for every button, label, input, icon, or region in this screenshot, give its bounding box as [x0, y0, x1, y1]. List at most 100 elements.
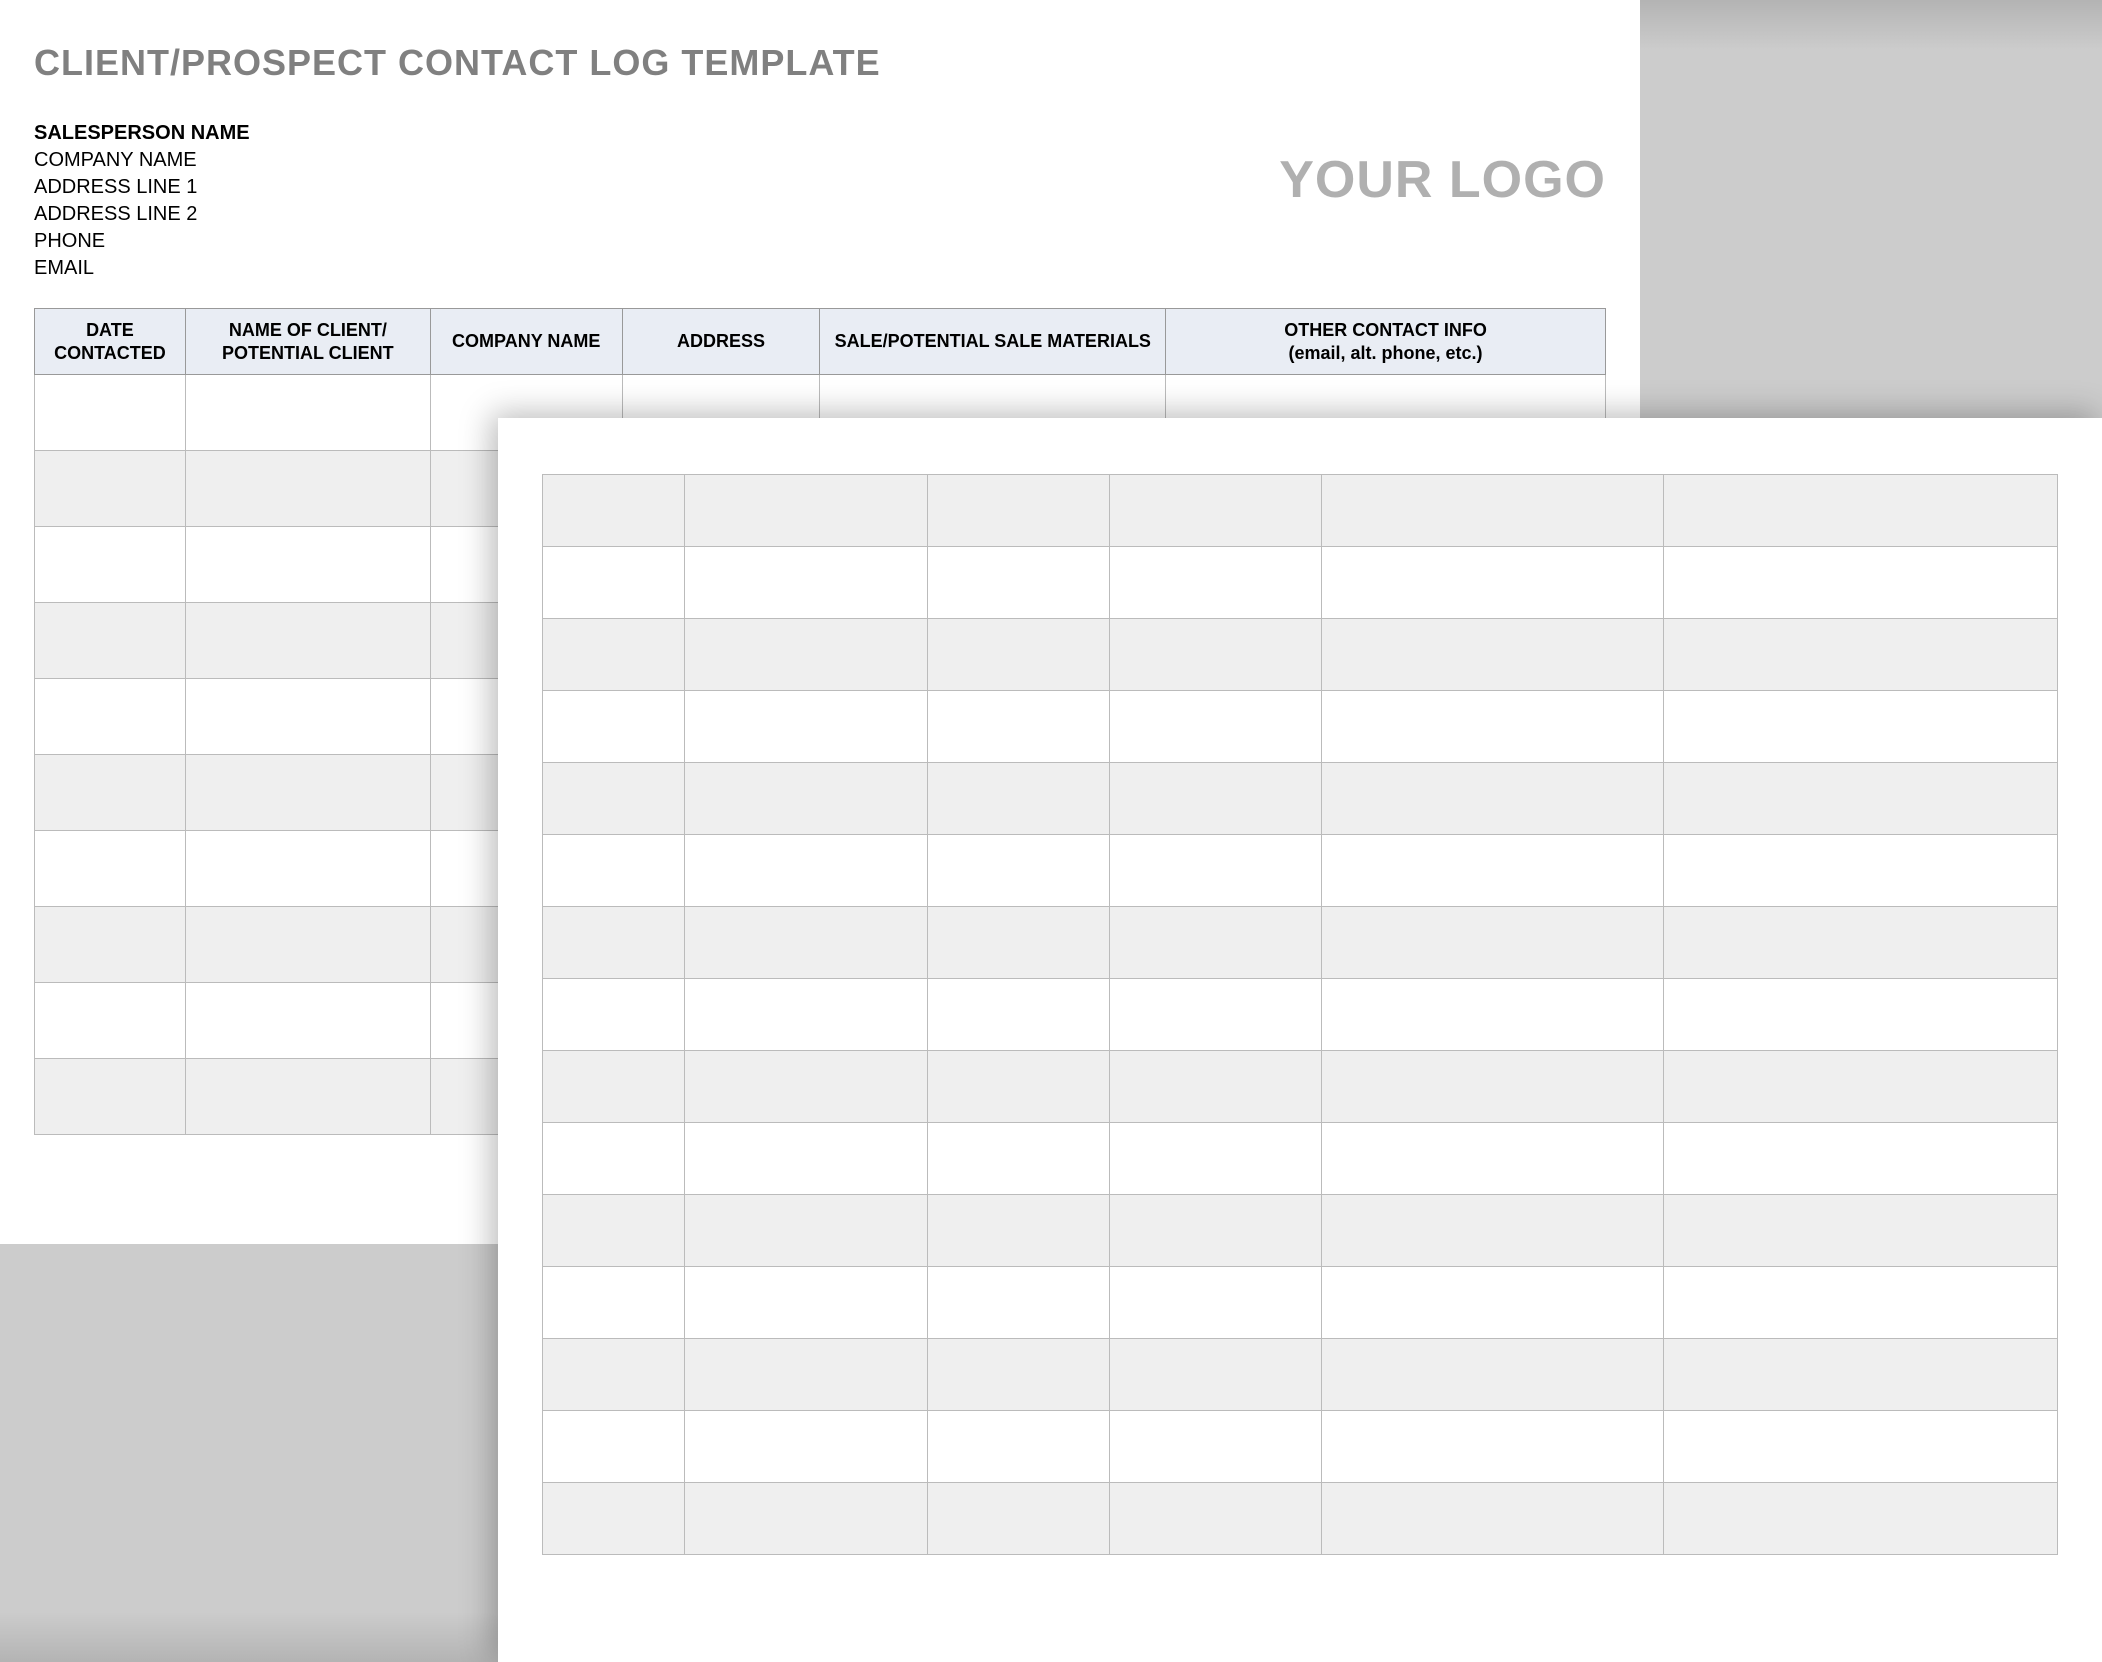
- table-cell[interactable]: [543, 1411, 685, 1483]
- table-cell[interactable]: [685, 907, 927, 979]
- table-cell[interactable]: [543, 835, 685, 907]
- table-cell[interactable]: [1664, 1195, 2058, 1267]
- table-cell[interactable]: [685, 1267, 927, 1339]
- table-cell[interactable]: [685, 1195, 927, 1267]
- table-cell[interactable]: [35, 1059, 186, 1135]
- table-cell[interactable]: [927, 547, 1109, 619]
- table-cell[interactable]: [685, 475, 927, 547]
- table-cell[interactable]: [927, 907, 1109, 979]
- table-cell[interactable]: [1664, 547, 2058, 619]
- table-cell[interactable]: [1109, 691, 1321, 763]
- table-cell[interactable]: [1664, 1267, 2058, 1339]
- table-cell[interactable]: [927, 691, 1109, 763]
- table-cell[interactable]: [1109, 1123, 1321, 1195]
- table-cell[interactable]: [1321, 691, 1663, 763]
- table-cell[interactable]: [1664, 907, 2058, 979]
- table-cell[interactable]: [543, 1195, 685, 1267]
- table-cell[interactable]: [1109, 979, 1321, 1051]
- table-cell[interactable]: [927, 1339, 1109, 1411]
- table-cell[interactable]: [1321, 1195, 1663, 1267]
- table-cell[interactable]: [685, 1483, 927, 1555]
- table-cell[interactable]: [543, 1051, 685, 1123]
- table-cell[interactable]: [1321, 763, 1663, 835]
- table-cell[interactable]: [1109, 1483, 1321, 1555]
- table-cell[interactable]: [1321, 1483, 1663, 1555]
- table-cell[interactable]: [185, 907, 430, 983]
- table-cell[interactable]: [1109, 547, 1321, 619]
- table-cell[interactable]: [685, 835, 927, 907]
- table-cell[interactable]: [35, 451, 186, 527]
- table-cell[interactable]: [1109, 1051, 1321, 1123]
- table-cell[interactable]: [35, 603, 186, 679]
- table-cell[interactable]: [1664, 1123, 2058, 1195]
- table-cell[interactable]: [1664, 1051, 2058, 1123]
- table-cell[interactable]: [1321, 979, 1663, 1051]
- table-cell[interactable]: [35, 527, 186, 603]
- table-cell[interactable]: [1664, 1483, 2058, 1555]
- table-cell[interactable]: [685, 1339, 927, 1411]
- table-cell[interactable]: [1109, 835, 1321, 907]
- table-cell[interactable]: [927, 475, 1109, 547]
- table-cell[interactable]: [685, 1411, 927, 1483]
- table-cell[interactable]: [35, 983, 186, 1059]
- table-cell[interactable]: [1109, 1267, 1321, 1339]
- table-cell[interactable]: [543, 475, 685, 547]
- table-cell[interactable]: [1321, 547, 1663, 619]
- table-cell[interactable]: [927, 1195, 1109, 1267]
- table-cell[interactable]: [185, 831, 430, 907]
- table-cell[interactable]: [1321, 1267, 1663, 1339]
- table-cell[interactable]: [927, 835, 1109, 907]
- table-cell[interactable]: [543, 1483, 685, 1555]
- table-cell[interactable]: [1321, 1411, 1663, 1483]
- table-cell[interactable]: [1109, 619, 1321, 691]
- table-cell[interactable]: [1321, 1123, 1663, 1195]
- table-cell[interactable]: [1321, 1339, 1663, 1411]
- table-cell[interactable]: [35, 907, 186, 983]
- table-cell[interactable]: [1109, 1411, 1321, 1483]
- table-cell[interactable]: [543, 907, 685, 979]
- table-cell[interactable]: [1664, 475, 2058, 547]
- table-cell[interactable]: [35, 755, 186, 831]
- table-cell[interactable]: [185, 375, 430, 451]
- table-cell[interactable]: [1664, 619, 2058, 691]
- table-cell[interactable]: [685, 1051, 927, 1123]
- table-cell[interactable]: [543, 619, 685, 691]
- table-cell[interactable]: [1664, 691, 2058, 763]
- table-cell[interactable]: [685, 619, 927, 691]
- table-cell[interactable]: [1664, 1411, 2058, 1483]
- table-cell[interactable]: [927, 619, 1109, 691]
- table-cell[interactable]: [1321, 475, 1663, 547]
- table-cell[interactable]: [35, 679, 186, 755]
- table-cell[interactable]: [1109, 1195, 1321, 1267]
- table-cell[interactable]: [927, 1483, 1109, 1555]
- table-cell[interactable]: [543, 547, 685, 619]
- table-cell[interactable]: [1321, 619, 1663, 691]
- table-cell[interactable]: [185, 527, 430, 603]
- table-cell[interactable]: [927, 1123, 1109, 1195]
- table-cell[interactable]: [185, 603, 430, 679]
- table-cell[interactable]: [1321, 907, 1663, 979]
- table-cell[interactable]: [927, 1051, 1109, 1123]
- table-cell[interactable]: [1109, 475, 1321, 547]
- table-cell[interactable]: [1109, 1339, 1321, 1411]
- table-cell[interactable]: [685, 1123, 927, 1195]
- table-cell[interactable]: [685, 547, 927, 619]
- table-cell[interactable]: [685, 691, 927, 763]
- table-cell[interactable]: [185, 679, 430, 755]
- table-cell[interactable]: [1109, 763, 1321, 835]
- table-cell[interactable]: [543, 763, 685, 835]
- table-cell[interactable]: [35, 831, 186, 907]
- table-cell[interactable]: [543, 1339, 685, 1411]
- table-cell[interactable]: [1664, 835, 2058, 907]
- table-cell[interactable]: [927, 1267, 1109, 1339]
- table-cell[interactable]: [185, 755, 430, 831]
- table-cell[interactable]: [1321, 835, 1663, 907]
- table-cell[interactable]: [1664, 979, 2058, 1051]
- table-cell[interactable]: [1321, 1051, 1663, 1123]
- table-cell[interactable]: [543, 1123, 685, 1195]
- table-cell[interactable]: [543, 979, 685, 1051]
- table-cell[interactable]: [185, 1059, 430, 1135]
- table-cell[interactable]: [927, 1411, 1109, 1483]
- table-cell[interactable]: [1664, 1339, 2058, 1411]
- table-cell[interactable]: [185, 451, 430, 527]
